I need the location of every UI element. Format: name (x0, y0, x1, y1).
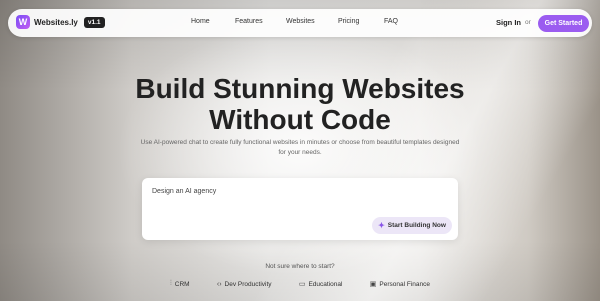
nav-features[interactable]: Features (235, 18, 263, 25)
brand-name: Websites.ly (34, 17, 78, 27)
top-navbar: W Websites.ly v1.1 Home Features Website… (8, 9, 592, 37)
logo-mark-icon: W (16, 15, 30, 29)
start-building-label: Start Building Now (387, 222, 446, 229)
hero-subtitle: Use AI-powered chat to create fully func… (140, 139, 460, 156)
nav-websites[interactable]: Websites (286, 18, 315, 25)
code-icon: ‹› (216, 280, 222, 288)
nav-faq[interactable]: FAQ (384, 18, 398, 25)
chip-crm[interactable]: ⫶ CRM (170, 280, 190, 288)
nav-home[interactable]: Home (191, 18, 210, 25)
sparkle-icon: ✦ (378, 221, 385, 230)
get-started-button[interactable]: Get Started (538, 15, 589, 32)
chip-label: Dev Productivity (224, 280, 272, 288)
version-badge: v1.1 (83, 16, 105, 28)
prompt-box[interactable]: Design an AI agency ✦ Start Building Now (142, 178, 458, 240)
suggestions-hint: Not sure where to start? (265, 263, 335, 270)
chip-label: Personal Finance (379, 280, 430, 288)
chart-icon: ⫶ (170, 280, 172, 287)
start-building-button[interactable]: ✦ Start Building Now (372, 217, 452, 234)
chip-label: CRM (174, 280, 190, 288)
prompt-input[interactable]: Design an AI agency (152, 188, 216, 195)
or-separator: or (525, 19, 531, 26)
chip-label: Educational (308, 280, 343, 288)
sign-in-link[interactable]: Sign In (496, 18, 521, 27)
suggestion-chips: ⫶ CRM ‹› Dev Productivity ▭ Educational … (170, 280, 430, 288)
chip-personal-finance[interactable]: ▣ Personal Finance (369, 280, 430, 289)
logo[interactable]: W Websites.ly v1.1 (16, 15, 105, 29)
hero-title: Build Stunning Websites Without Code (0, 73, 600, 135)
wallet-icon: ▣ (369, 281, 377, 288)
hero-title-line-1: Build Stunning Websites (135, 73, 465, 104)
nav-pricing[interactable]: Pricing (338, 18, 359, 25)
chip-dev-productivity[interactable]: ‹› Dev Productivity (217, 280, 272, 288)
chip-educational[interactable]: ▭ Educational (298, 280, 343, 289)
hero-title-line-2: Without Code (209, 104, 391, 135)
book-icon: ▭ (298, 281, 306, 288)
